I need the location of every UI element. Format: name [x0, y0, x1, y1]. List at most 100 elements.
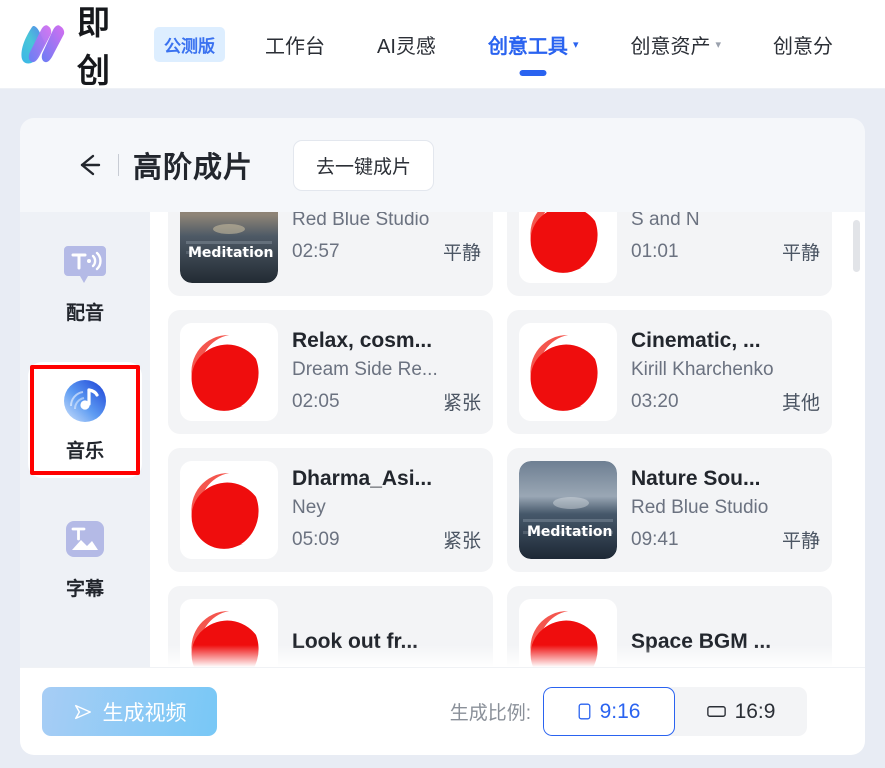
track-artist: Red Blue Studio	[292, 212, 430, 230]
list-item[interactable]: Cinematic, ... Kirill Kharchenko 03:20 其…	[507, 310, 832, 434]
album-thumbnail	[180, 323, 278, 421]
album-thumbnail: Meditation	[519, 461, 617, 559]
track-duration: 09:41	[631, 528, 679, 550]
list-item[interactable]: Relax, cosm... Dream Side Re... 02:05 紧张	[168, 310, 493, 434]
card-meta: Cinematic, ... Kirill Kharchenko 03:20 其…	[617, 323, 820, 421]
track-title: Relax, cosm...	[292, 329, 433, 352]
track-info-row: 02:57 平静	[292, 238, 481, 265]
track-info-row: 09:41 平静	[631, 526, 820, 553]
track-info-row: 03:20 其他	[631, 388, 820, 415]
card-meta: S and N 01:01 平静	[617, 212, 820, 283]
track-title: Nature Sou...	[631, 467, 761, 490]
list-item[interactable]: Look out fr...	[168, 586, 493, 667]
ratio-label-9-16: 9:16	[599, 699, 641, 723]
aspect-ratio-segmented-control: 9:16 16:9	[543, 687, 807, 736]
track-artist: S and N	[631, 212, 700, 230]
ratio-option-9-16[interactable]: 9:16	[543, 687, 675, 736]
nav-item-creative-tools[interactable]: 创意工具 ▾	[487, 30, 579, 76]
list-item[interactable]: Space BGM ...	[507, 586, 832, 667]
beta-badge: 公测版	[154, 26, 226, 62]
sidebar-item-voiceover[interactable]: 配音	[28, 224, 142, 340]
nav-label: 创意分	[773, 35, 833, 58]
card-meta: Relax, cosm... Dream Side Re... 02:05 紧张	[278, 323, 481, 421]
nav-item-workbench[interactable]: 工作台	[265, 30, 325, 59]
logo-text: 即创	[77, 3, 111, 90]
track-artist: Ney	[292, 497, 326, 518]
track-title: Look out fr...	[292, 629, 418, 653]
back-arrow-icon[interactable]	[74, 150, 104, 180]
card-meta: Nature Sou... Red Blue Studio 09:41 平静	[617, 461, 820, 559]
voiceover-icon	[62, 240, 108, 286]
track-info-row: 02:05 紧张	[292, 388, 481, 415]
page-title: 高阶成片	[133, 152, 254, 184]
nav-item-ai-inspiration[interactable]: AI灵感	[377, 30, 436, 59]
nav-label: 工作台	[265, 35, 326, 58]
nav-label: AI灵感	[377, 35, 436, 58]
jichuang-logo-icon	[18, 21, 72, 67]
ratio-label-16-9: 16:9	[734, 699, 776, 723]
track-duration: 02:57	[292, 240, 340, 262]
music-card-grid: Meditation Red Blue Studio 02:57 平静 S an…	[150, 212, 850, 667]
sidebar-item-music[interactable]: 音乐	[28, 362, 142, 478]
nav-item-list: 工作台 AI灵感 创意工具 ▾ 创意资产 ▾ 创意分	[265, 30, 885, 76]
track-info-row: 01:01 平静	[631, 238, 820, 265]
ratio-label: 生成比例:	[449, 703, 531, 724]
list-item[interactable]: Meditation Red Blue Studio 02:57 平静	[168, 212, 493, 296]
card-meta: Look out fr...	[278, 599, 481, 667]
sidebar-item-subtitle[interactable]: 字幕	[28, 500, 142, 616]
nav-item-creative-score[interactable]: 创意分	[773, 30, 833, 59]
go-onekey-button[interactable]: 去一键成片	[293, 139, 435, 191]
track-duration: 02:05	[292, 390, 340, 412]
music-list-scroll-area[interactable]: Meditation Red Blue Studio 02:57 平静 S an…	[150, 212, 865, 667]
sidebar-item-label: 音乐	[65, 440, 104, 462]
svg-text:Meditation: Meditation	[188, 245, 273, 261]
action-footer-bar: 生成视频 生成比例: 9:16 16:9	[20, 667, 865, 755]
subtitle-icon	[62, 516, 108, 562]
generate-video-button[interactable]: 生成视频	[42, 687, 217, 736]
list-item[interactable]: Dharma_Asi... Ney 05:09 紧张	[168, 448, 493, 572]
generate-video-label: 生成视频	[102, 701, 187, 725]
track-artist: Kirill Kharchenko	[631, 359, 774, 380]
send-play-icon	[73, 702, 93, 722]
list-item[interactable]: Meditation Nature Sou... Red Blue Studio…	[507, 448, 832, 572]
portrait-icon	[578, 703, 591, 720]
nav-label: 创意工具	[487, 35, 568, 58]
track-mood: 紧张	[442, 393, 481, 414]
sidebar-item-label: 字幕	[65, 578, 104, 600]
tool-sidebar: 配音 音乐 字幕	[20, 212, 150, 667]
album-thumbnail	[180, 599, 278, 667]
album-thumbnail	[519, 212, 617, 283]
track-mood: 平静	[781, 531, 820, 552]
chevron-down-icon: ▾	[572, 38, 579, 51]
track-title: Cinematic, ...	[631, 329, 761, 352]
card-meta: Dharma_Asi... Ney 05:09 紧张	[278, 461, 481, 559]
ratio-option-16-9[interactable]: 16:9	[675, 687, 807, 736]
track-mood: 平静	[442, 243, 481, 264]
title-divider	[118, 154, 119, 176]
track-mood: 其他	[781, 393, 820, 414]
page-header-panel: 高阶成片 去一键成片	[20, 118, 865, 212]
track-title: Space BGM ...	[631, 629, 772, 653]
vertical-scrollbar[interactable]	[853, 220, 860, 272]
album-thumbnail	[519, 599, 617, 667]
track-duration: 05:09	[292, 528, 340, 550]
card-meta: Space BGM ...	[617, 599, 820, 667]
album-thumbnail	[519, 323, 617, 421]
brand-logo[interactable]: 即创 公测版	[18, 0, 226, 92]
album-thumbnail: Meditation	[180, 212, 278, 283]
music-icon	[62, 378, 108, 424]
track-artist: Red Blue Studio	[631, 497, 769, 518]
track-mood: 平静	[781, 243, 820, 264]
track-duration: 01:01	[631, 240, 679, 262]
nav-item-creative-assets[interactable]: 创意资产 ▾	[630, 30, 721, 59]
track-mood: 紧张	[442, 531, 481, 552]
sidebar-item-label: 配音	[65, 302, 104, 324]
top-navigation-bar: 即创 公测版 工作台 AI灵感 创意工具 ▾ 创意资产 ▾ 创意分	[0, 0, 885, 92]
card-meta: Red Blue Studio 02:57 平静	[278, 212, 481, 283]
editor-work-area: 配音 音乐 字幕 Meditation Red Blue Studio 02:5…	[20, 212, 865, 667]
aspect-ratio-group: 生成比例: 9:16 16:9	[450, 687, 807, 736]
nav-label: 创意资产	[630, 35, 711, 58]
list-item[interactable]: S and N 01:01 平静	[507, 212, 832, 296]
